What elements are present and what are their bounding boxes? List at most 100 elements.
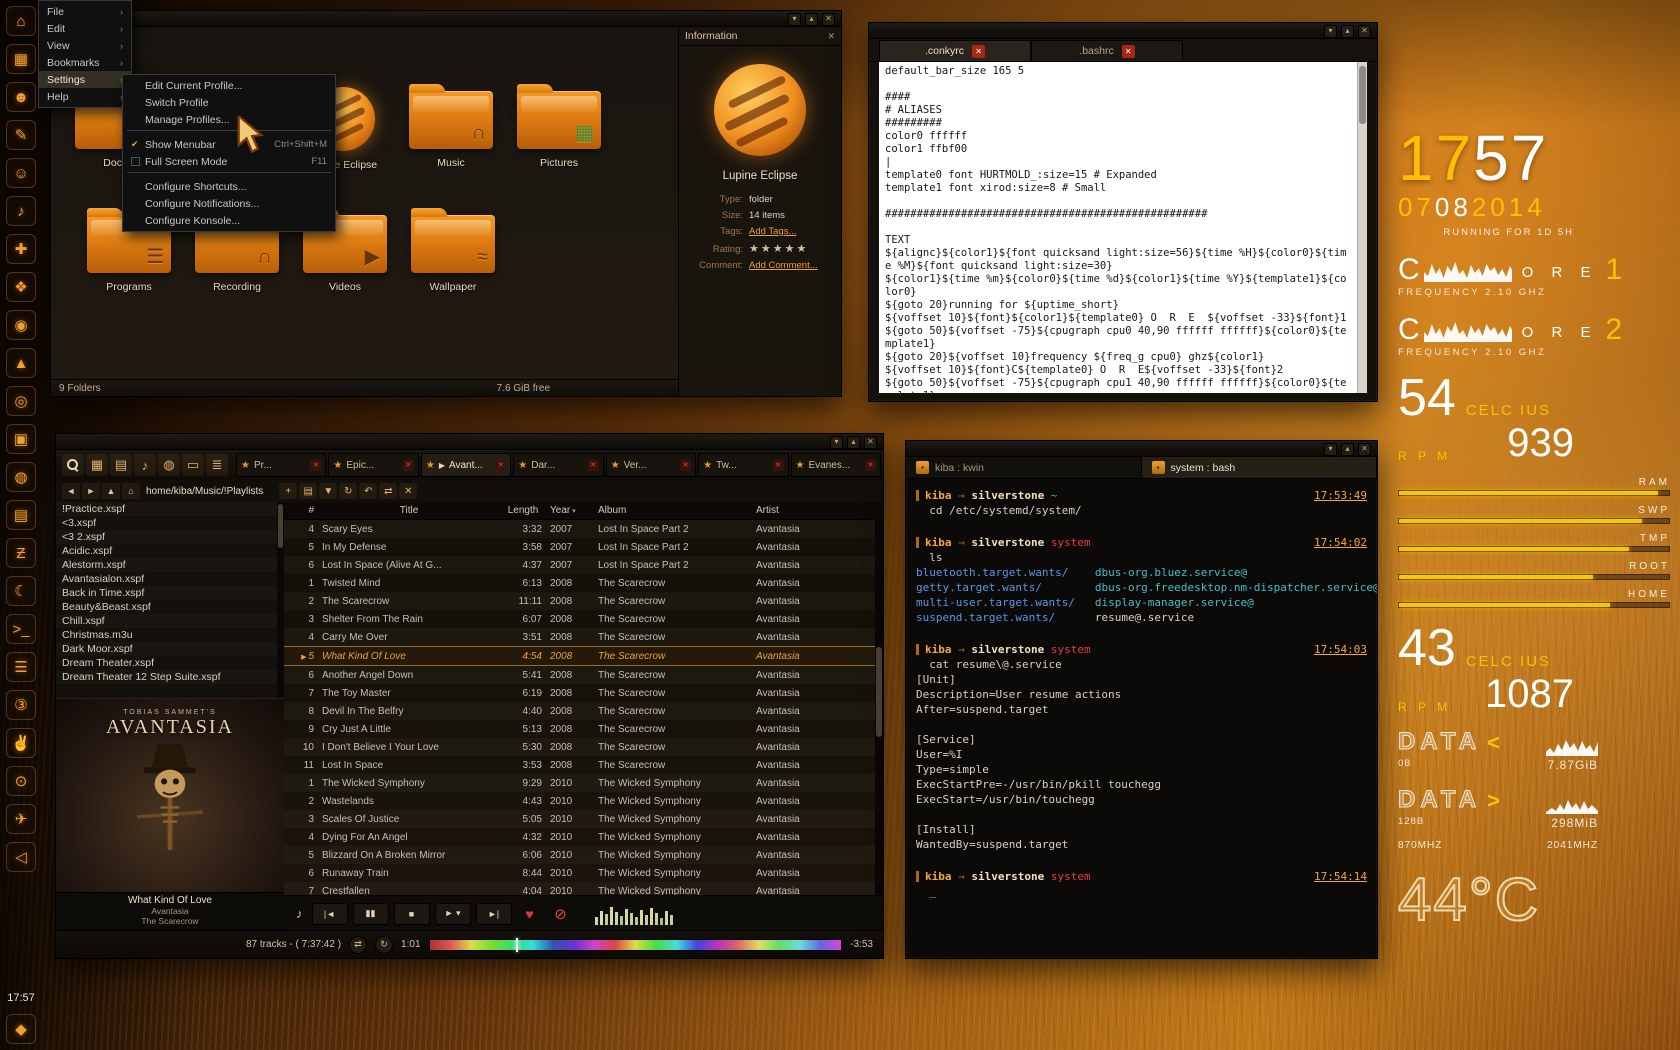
playlist-row[interactable]: 6 Runaway Train 8:44 2010 The Wicked Sym… (284, 864, 883, 882)
close-tab-icon[interactable]: ✕ (402, 459, 414, 471)
scrollbar-thumb[interactable] (278, 504, 283, 548)
menu-item[interactable]: Configure Notifications... (123, 195, 335, 212)
playlist-row[interactable]: 4 Dying For An Angel 4:32 2010 The Wicke… (284, 828, 883, 846)
close-tab-icon[interactable]: ✕ (310, 459, 322, 471)
folder-item[interactable]: ≈ Wallpaper (399, 207, 507, 293)
back-icon[interactable]: ◄ (62, 483, 80, 499)
menu-item[interactable]: Full Screen Mode F11 (123, 153, 335, 170)
editor-text[interactable]: default_bar_size 165 5 #### # ALIASES ##… (879, 62, 1357, 393)
menu-item[interactable]: Configure Konsole... (123, 212, 335, 229)
terminal-tab[interactable]: ▪ system : bash (1141, 457, 1377, 478)
maximize-icon[interactable]: ▴ (805, 13, 818, 26)
scrollbar-thumb[interactable] (1359, 66, 1366, 124)
task-list-icon[interactable]: ☰ (6, 652, 36, 682)
playlist-tab[interactable]: ★ ▶ Pr... ✕ (236, 453, 327, 477)
playlist-header[interactable]: #TitleLengthYearAlbumArtist (284, 502, 883, 520)
refresh-icon[interactable]: ↻ (339, 483, 358, 499)
close-icon[interactable]: ✕ (1358, 443, 1371, 456)
maximize-icon[interactable]: ▴ (1341, 443, 1354, 456)
minimize-icon[interactable]: ▾ (1324, 443, 1337, 456)
playlist-file[interactable]: <3 2.xspf (56, 530, 284, 544)
favorite-button[interactable]: ♥ (517, 904, 543, 924)
minimize-icon[interactable]: ▾ (830, 436, 843, 449)
firefox-icon[interactable]: ◉ (6, 310, 36, 340)
users-icon[interactable]: ☻ (6, 82, 36, 112)
seek-bar[interactable] (428, 937, 843, 952)
column-header[interactable]: # (284, 505, 318, 516)
playlist-file[interactable]: Christmas.m3u (56, 628, 284, 642)
close-toolbar-icon[interactable]: ✕ (399, 483, 418, 499)
gesture-icon[interactable]: ✌ (6, 728, 36, 758)
playlists-icon[interactable]: ▤ (110, 454, 132, 476)
fm-titlebar[interactable]: ▾ ▴ ✕ (51, 11, 841, 27)
playlist-row[interactable]: 11 Lost In Space 3:53 2008 The Scarecrow… (284, 756, 883, 774)
new-tab-icon[interactable]: + (279, 483, 298, 499)
playlist-row[interactable]: 5 In My Defense 3:58 2007 Lost In Space … (284, 538, 883, 556)
minimize-icon[interactable]: ▾ (788, 13, 801, 26)
column-header[interactable]: Artist (752, 505, 883, 516)
minimize-icon[interactable]: ▾ (1324, 25, 1337, 38)
forward-icon[interactable]: ► (82, 483, 100, 499)
terminal-titlebar[interactable]: ▾ ▴ ✕ (906, 441, 1377, 457)
home-icon[interactable]: ⌂ (6, 6, 36, 36)
playlist-row[interactable]: 6 Lost In Space (Alive At G... 4:37 2007… (284, 556, 883, 574)
close-icon[interactable]: ✕ (827, 31, 835, 42)
previous-button[interactable]: |◄ (311, 902, 348, 925)
music-player-icon[interactable]: ♪ (6, 196, 36, 226)
breadcrumb[interactable]: home/kiba/Music/!Playlists (146, 486, 263, 497)
terminal-tab[interactable]: ▪ kiba : kwin (906, 457, 1142, 478)
playlist-file[interactable]: Back in Time.xspf (56, 586, 284, 600)
next-button[interactable]: ►| (475, 902, 512, 925)
play-button[interactable]: ► ▾ (434, 902, 471, 925)
shuffle-small-icon[interactable]: ⇄ (379, 483, 398, 499)
column-header[interactable]: Title (318, 505, 500, 516)
playlist-row[interactable]: 5 What Kind Of Love 4:54 2008 The Scarec… (284, 646, 883, 666)
playlist-file[interactable]: Acidic.xspf (56, 544, 284, 558)
playlist-file[interactable]: <3.xspf (56, 516, 284, 530)
search-icon[interactable] (62, 454, 84, 476)
camera-icon[interactable]: ⊙ (6, 766, 36, 796)
equalizer-icon[interactable]: ♪ (134, 454, 156, 476)
terminal-output[interactable]: kiba → silverstone ~17:53:49 cd /etc/sys… (906, 478, 1377, 958)
banana-icon[interactable]: ☾ (6, 576, 36, 606)
pause-button[interactable]: ▮▮ (352, 902, 389, 925)
playlist-row[interactable]: 3 Shelter From The Rain 6:07 2008 The Sc… (284, 610, 883, 628)
plane-icon[interactable]: ✈ (6, 804, 36, 834)
playlist-file[interactable]: Avantasialon.xspf (56, 572, 284, 586)
kde-menu-icon[interactable]: ◆ (6, 1014, 36, 1044)
maximize-icon[interactable]: ▴ (847, 436, 860, 449)
eye-icon[interactable]: ◍ (6, 462, 36, 492)
close-icon[interactable]: ✕ (1358, 25, 1371, 38)
package-icon[interactable]: ▣ (6, 424, 36, 454)
menu-item[interactable]: Settings › (39, 71, 131, 88)
browser-icon[interactable]: ◎ (6, 386, 36, 416)
playlist-tab[interactable]: ★ ▶ Tw... ✕ (698, 453, 789, 477)
repeat-button[interactable]: ↻ (375, 935, 394, 954)
home-folder-icon[interactable]: ⌂ (122, 483, 140, 499)
menu-item[interactable]: View › (39, 37, 131, 54)
web-icon[interactable]: ◍ (158, 454, 180, 476)
devices-icon[interactable]: ▭ (182, 454, 204, 476)
playlist-scrollbar[interactable] (875, 519, 883, 895)
column-header[interactable]: Length (500, 505, 546, 516)
playlist-file[interactable]: Beauty&Beast.xspf (56, 600, 284, 614)
playlist-row[interactable]: 9 Cry Just A Little 5:13 2008 The Scarec… (284, 720, 883, 738)
close-tab-icon[interactable]: ✕ (772, 459, 784, 471)
terminal-icon[interactable]: >_ (6, 614, 36, 644)
close-icon[interactable]: ✕ (822, 13, 835, 26)
close-tab-icon[interactable]: ✕ (587, 459, 599, 471)
menu-item[interactable]: Manage Profiles... (123, 111, 335, 128)
stop-button[interactable]: ■ (393, 902, 430, 925)
playlist-row[interactable]: 2 Wastelands 4:43 2010 The Wicked Sympho… (284, 792, 883, 810)
vlc-icon[interactable]: ▲ (6, 348, 36, 378)
volume-icon[interactable]: ◁ (6, 842, 36, 872)
folder-item[interactable]: ∩ Music (397, 83, 505, 171)
ban-button[interactable]: ⊘ (548, 904, 574, 924)
menu-item[interactable] (127, 172, 331, 176)
close-tab-icon[interactable]: ✕ (972, 44, 986, 58)
playlist-file[interactable]: Dream Theater 12 Step Suite.xspf (56, 670, 284, 684)
injector-icon[interactable]: ✚ (6, 234, 36, 264)
up-icon[interactable]: ▲ (102, 483, 120, 499)
chip-icon[interactable]: ▤ (6, 500, 36, 530)
playlist-file[interactable]: Dream Theater.xspf (56, 656, 284, 670)
